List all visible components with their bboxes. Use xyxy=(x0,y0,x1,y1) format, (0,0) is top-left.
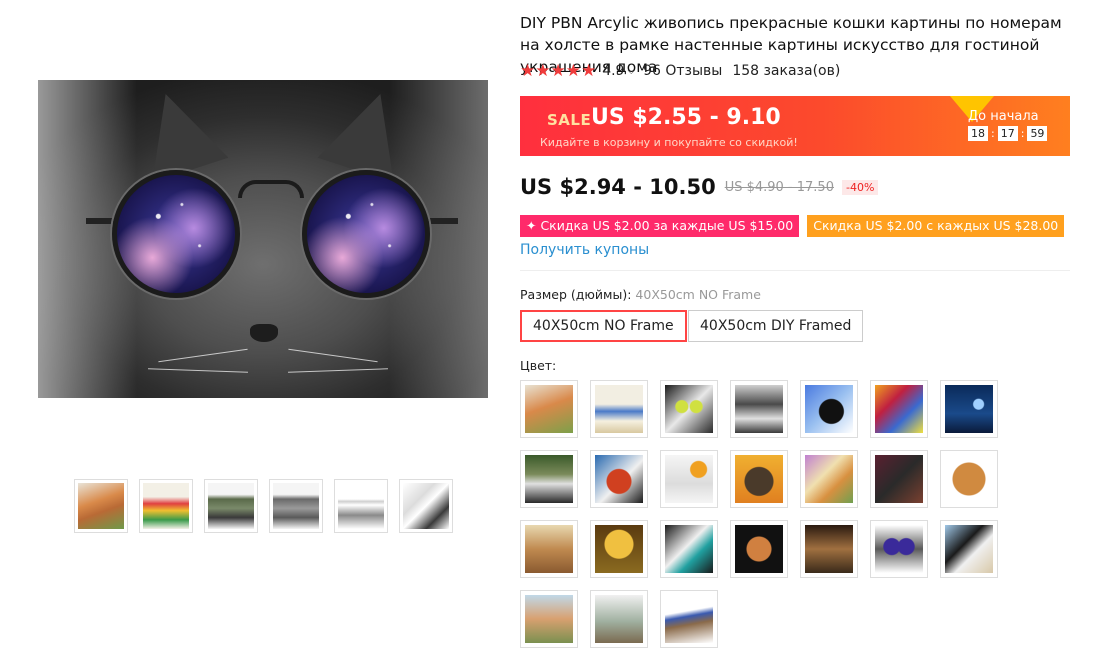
color-swatch-24[interactable] xyxy=(660,590,718,648)
original-price: US $4.90 - 17.50 xyxy=(724,179,834,195)
rating-row: ★★★★★ 4.9 ⌵ 96 Отзывы 158 заказа(ов) xyxy=(520,61,841,81)
color-swatch-23[interactable] xyxy=(590,590,648,648)
color-swatch-9[interactable] xyxy=(590,450,648,508)
cat-nose xyxy=(250,324,278,342)
sale-price: US $2.55 - 9.10 xyxy=(591,105,781,130)
price-row: US $2.94 - 10.50 US $4.90 - 17.50 -40% xyxy=(520,174,879,200)
coupon-row: ✦ Скидка US $2.00 за каждые US $15.00 Ск… xyxy=(520,215,1065,237)
color-swatch-10[interactable] xyxy=(660,450,718,508)
color-swatch-12[interactable] xyxy=(800,450,858,508)
color-swatch-11[interactable] xyxy=(730,450,788,508)
thumbnail-1[interactable] xyxy=(74,479,128,533)
thumbnail-3[interactable] xyxy=(204,479,258,533)
color-swatch-5[interactable] xyxy=(800,380,858,438)
color-label: Цвет: xyxy=(520,358,557,373)
countdown-minutes: 17 xyxy=(997,126,1018,141)
color-swatch-19[interactable] xyxy=(800,520,858,578)
color-swatch-17[interactable] xyxy=(660,520,718,578)
get-coupons-link[interactable]: Получить купоны xyxy=(520,242,649,258)
color-swatch-3[interactable] xyxy=(660,380,718,438)
size-selected-value: 40X50cm NO Frame xyxy=(635,287,761,302)
star-rating-icon: ★★★★★ xyxy=(520,61,597,81)
glasses-bridge xyxy=(238,180,304,198)
sale-label: SALE xyxy=(547,111,592,129)
color-swatch-21[interactable] xyxy=(940,520,998,578)
main-product-image[interactable] xyxy=(38,80,488,398)
color-swatch-13[interactable] xyxy=(870,450,928,508)
countdown: До начала 18 : 17 : 59 xyxy=(968,109,1048,141)
size-label-text: Размер (дюймы): xyxy=(520,287,632,302)
countdown-seconds: 59 xyxy=(1027,126,1048,141)
cat-ear-right xyxy=(317,81,419,183)
color-swatch-18[interactable] xyxy=(730,520,788,578)
reviews-link[interactable]: 96 Отзывы xyxy=(643,63,722,79)
sale-subtitle: Кидайте в корзину и покупайте со скидкой… xyxy=(540,136,798,149)
rating-value[interactable]: 4.9 xyxy=(602,63,624,79)
galaxy-lens-right xyxy=(302,170,430,298)
color-swatch-6[interactable] xyxy=(870,380,928,438)
whisker xyxy=(288,368,388,373)
size-option-no-frame[interactable]: 40X50cm NO Frame xyxy=(520,310,687,342)
countdown-separator: : xyxy=(1020,127,1025,140)
thumbnail-6[interactable] xyxy=(399,479,453,533)
size-option-diy-framed[interactable]: 40X50cm DIY Framed xyxy=(688,310,864,342)
coupon-badge-select[interactable]: Скидка US $2.00 с каждых US $28.00 xyxy=(807,215,1065,237)
color-swatch-16[interactable] xyxy=(590,520,648,578)
divider xyxy=(520,270,1070,271)
color-swatch-22[interactable] xyxy=(520,590,578,648)
thumbnail-4[interactable] xyxy=(269,479,323,533)
whisker xyxy=(288,348,378,363)
orders-count: 158 заказа(ов) xyxy=(732,63,841,79)
color-swatch-7[interactable] xyxy=(940,380,998,438)
color-swatch-20[interactable] xyxy=(870,520,928,578)
color-swatch-15[interactable] xyxy=(520,520,578,578)
discount-badge: -40% xyxy=(841,179,879,195)
chevron-down-icon[interactable]: ⌵ xyxy=(627,66,635,77)
galaxy-lens-left xyxy=(112,170,240,298)
cat-ear-left xyxy=(127,81,229,183)
whisker xyxy=(148,368,248,373)
color-swatch-4[interactable] xyxy=(730,380,788,438)
current-price: US $2.94 - 10.50 xyxy=(520,175,716,199)
glasses-arm-right xyxy=(428,218,458,224)
glasses-arm-left xyxy=(86,218,116,224)
countdown-separator: : xyxy=(991,127,995,140)
thumbnail-2[interactable] xyxy=(139,479,193,533)
countdown-hours: 18 xyxy=(968,126,988,141)
color-swatch-14[interactable] xyxy=(940,450,998,508)
color-swatch-2[interactable] xyxy=(590,380,648,438)
size-label: Размер (дюймы): 40X50cm NO Frame xyxy=(520,287,761,302)
color-swatch-1[interactable] xyxy=(520,380,578,438)
whisker xyxy=(158,348,248,363)
countdown-label: До начала xyxy=(968,109,1039,124)
coupon-badge-store[interactable]: ✦ Скидка US $2.00 за каждые US $15.00 xyxy=(520,215,800,237)
sale-banner: SALE US $2.55 - 9.10 Кидайте в корзину и… xyxy=(520,96,1070,156)
color-swatch-8[interactable] xyxy=(520,450,578,508)
thumbnail-5[interactable] xyxy=(334,479,388,533)
